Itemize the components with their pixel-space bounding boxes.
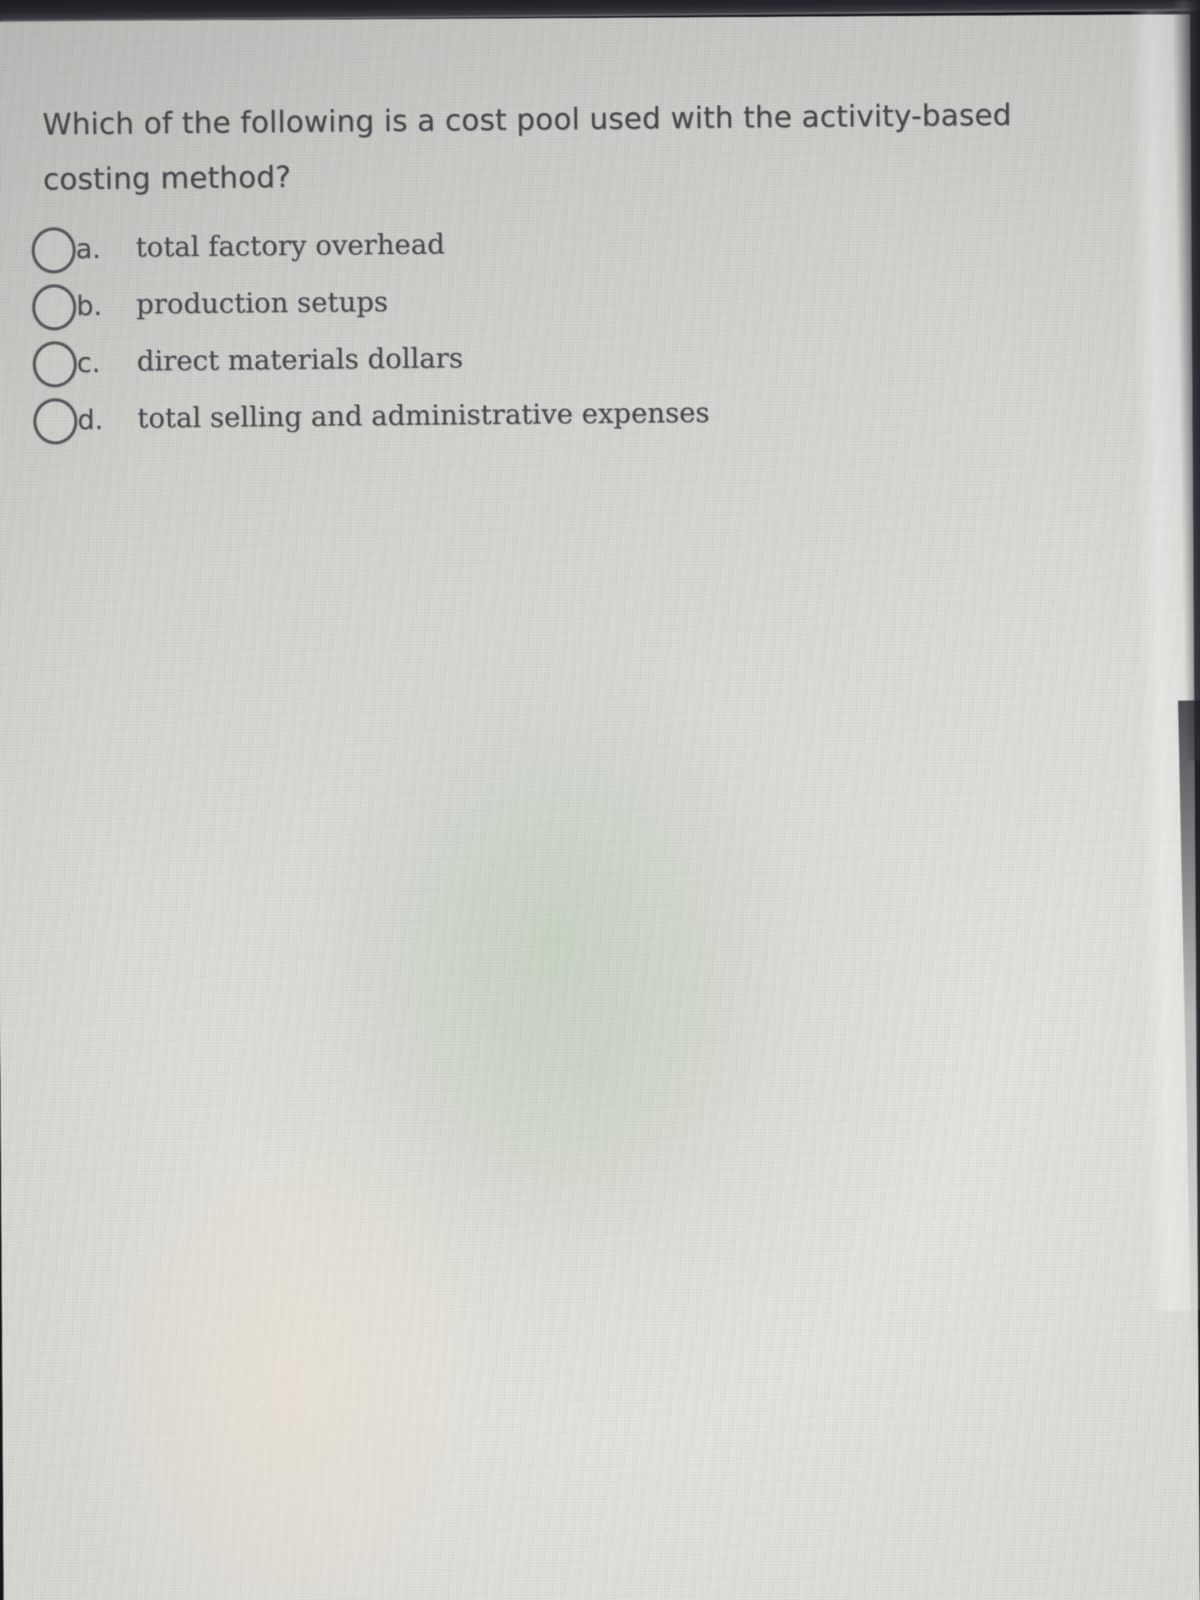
quiz-content: Which of the following is a cost pool us… (0, 12, 1200, 1600)
option-letter-b: b. (76, 290, 103, 323)
options-list: a. total factory overhead b. production … (31, 214, 1033, 452)
screen-surface: Which of the following is a cost pool us… (0, 14, 1200, 1600)
question-line-1: Which of the following is a cost pool us… (42, 97, 1012, 142)
option-label-b[interactable]: production setups (136, 283, 388, 324)
question-block: Which of the following is a cost pool us… (42, 87, 1091, 207)
radio-button-b[interactable] (32, 284, 77, 331)
option-row-d[interactable]: d. total selling and administrative expe… (33, 385, 1034, 452)
option-letter-d: d. (77, 404, 104, 437)
option-label-c[interactable]: direct materials dollars (137, 339, 464, 380)
option-label-a[interactable]: total factory overhead (135, 225, 444, 266)
option-label-d[interactable]: total selling and administrative expense… (137, 394, 710, 438)
option-letter-a: a. (75, 233, 101, 266)
screen-photo: Which of the following is a cost pool us… (0, 0, 1200, 1600)
option-row-c[interactable]: c. direct materials dollars (32, 328, 1034, 395)
radio-button-c[interactable] (32, 341, 78, 388)
option-row-a[interactable]: a. total factory overhead (31, 214, 1032, 281)
radio-button-d[interactable] (33, 398, 78, 445)
radio-button-a[interactable] (31, 227, 76, 274)
option-row-b[interactable]: b. production setups (32, 271, 1033, 338)
option-letter-c: c. (76, 347, 101, 380)
question-line-2: costing method? (42, 160, 292, 197)
